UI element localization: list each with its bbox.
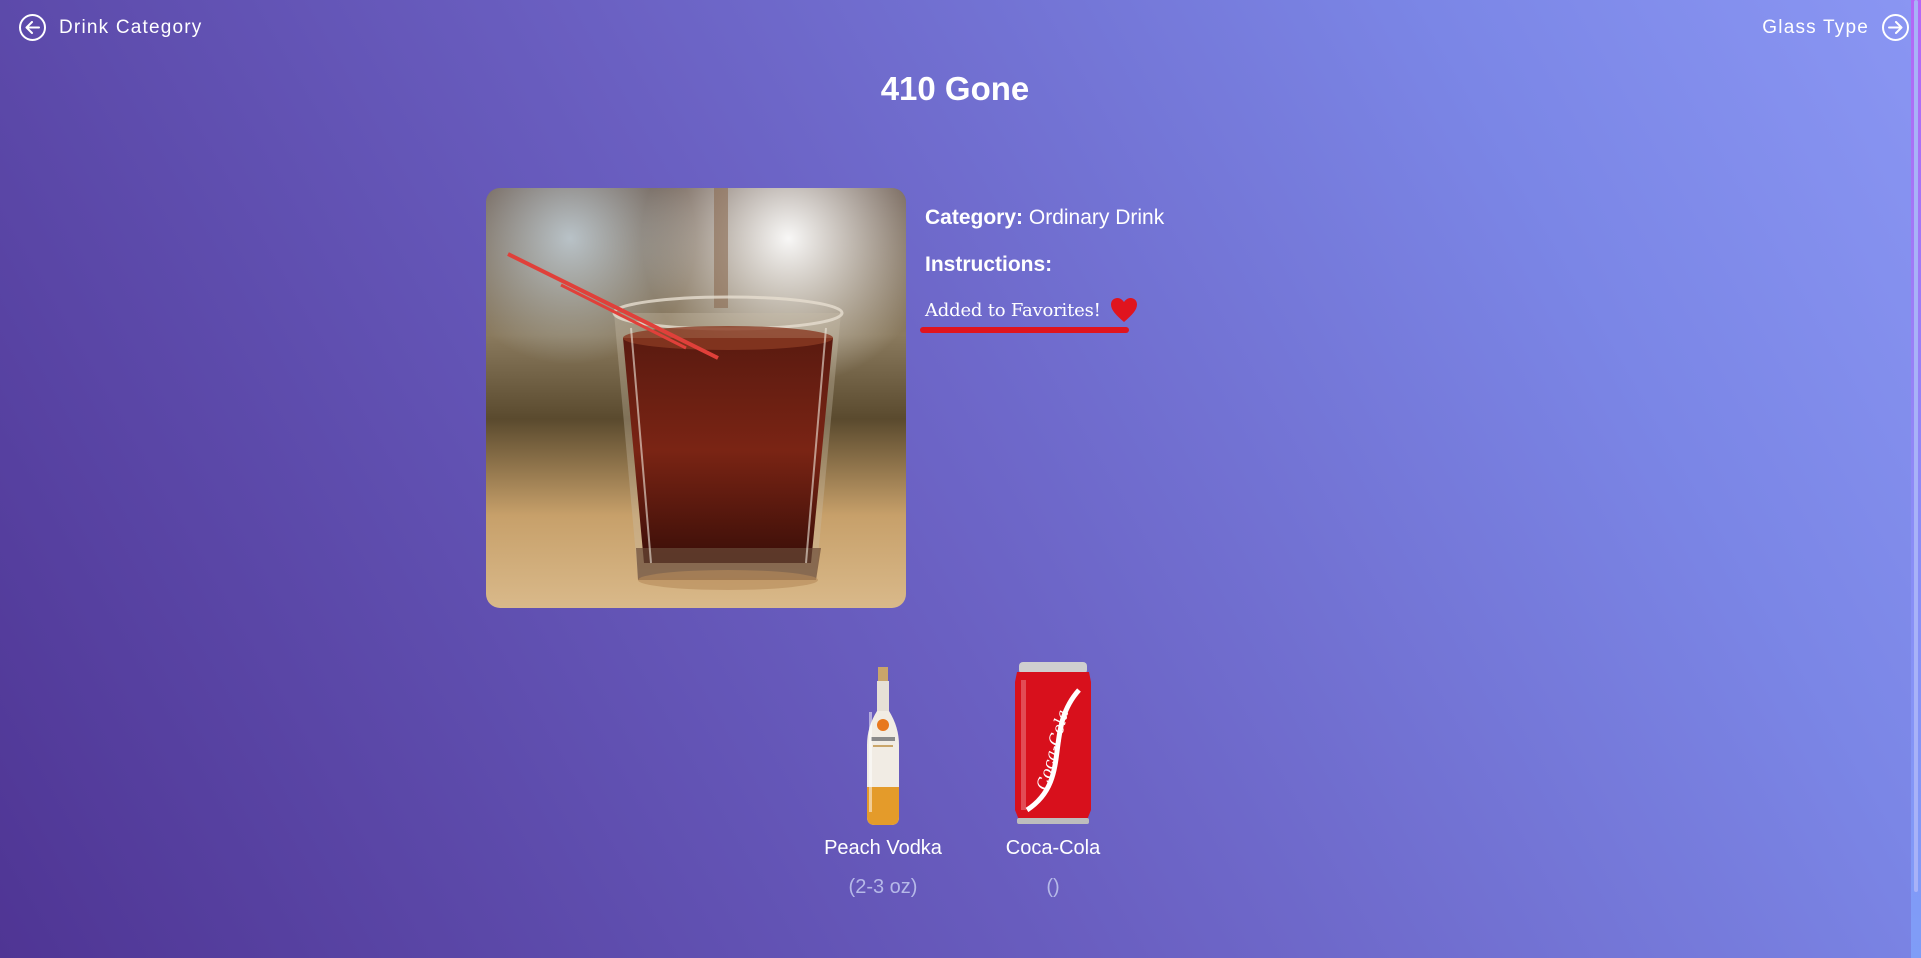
ingredients-list: Peach Vodka (2-3 oz) Coca-Cola Coca-Cola… [798,660,1138,899]
cola-can-image: Coca-Cola [968,660,1138,825]
nav-next-glass-type[interactable]: Glass Type [1762,14,1909,41]
ingredient-measure: () [1046,876,1060,898]
heart-icon [1110,297,1138,323]
arrow-right-circle-icon [1882,14,1909,41]
drink-image [486,188,906,608]
favorite-underline [920,327,1129,333]
category-row: Category: Ordinary Drink [925,205,1164,231]
arrow-left-circle-icon [19,14,46,41]
nav-next-label: Glass Type [1762,16,1869,38]
ingredient-measure: (2-3 oz) [848,876,918,898]
category-value: Ordinary Drink [1028,206,1165,229]
ingredient-name: Peach Vodka [824,837,942,859]
ingredient-name: Coca-Cola [1005,837,1101,859]
drink-details: Category: Ordinary Drink Instructions: [925,205,1164,299]
vodka-bottle-image [798,660,968,825]
nav-prev-drink-category[interactable]: Drink Category [19,14,203,41]
instructions-row: Instructions: [925,252,1164,278]
ingredient-item[interactable]: Peach Vodka (2-3 oz) [798,660,968,899]
favorite-text: Added to Favorites! [925,299,1101,321]
favorite-toggle[interactable]: Added to Favorites! [920,297,1138,333]
instructions-label: Instructions: [925,253,1053,276]
category-label: Category: [925,206,1024,229]
scrollbar-thumb[interactable] [1914,0,1918,892]
nav-prev-label: Drink Category [59,16,203,38]
page-scrollbar[interactable] [1911,0,1921,958]
ingredient-item[interactable]: Coca-Cola Coca-Cola () [968,660,1138,899]
drink-title: 410 Gone [880,70,1030,107]
